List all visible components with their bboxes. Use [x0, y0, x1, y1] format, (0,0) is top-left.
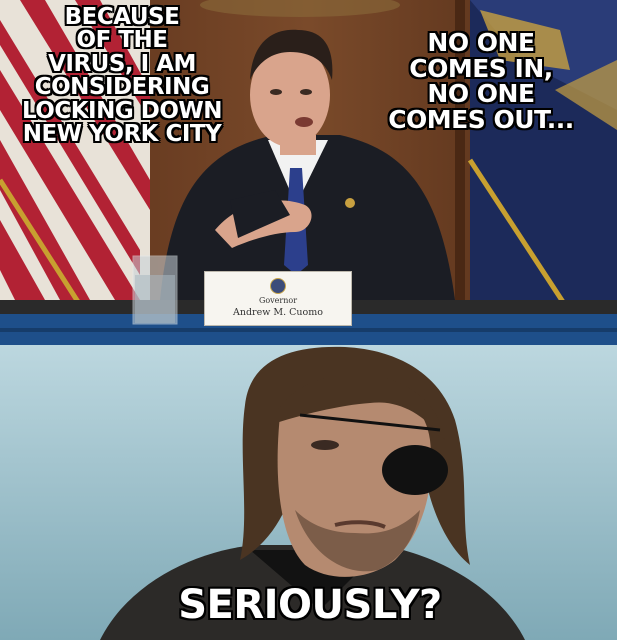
nameplate-name: Andrew M. Cuomo	[233, 307, 323, 318]
caption-top-right: NO ONE COMES IN, NO ONE COMES OUT...	[388, 28, 574, 134]
eyepatch	[382, 445, 448, 495]
top-meme-panel: Governor Andrew M. Cuomo BECAUSE OF THE …	[0, 0, 617, 345]
caption-bottom: SERIOUSLY?	[178, 582, 442, 628]
water-glass	[132, 255, 178, 325]
bottom-meme-panel: SERIOUSLY?	[0, 345, 617, 640]
nameplate: Governor Andrew M. Cuomo	[204, 271, 352, 326]
caption-top-left: BECAUSE OF THE VIRUS, I AM CONSIDERING L…	[21, 4, 223, 148]
seal-icon	[270, 278, 286, 294]
nameplate-title: Governor	[258, 296, 298, 305]
